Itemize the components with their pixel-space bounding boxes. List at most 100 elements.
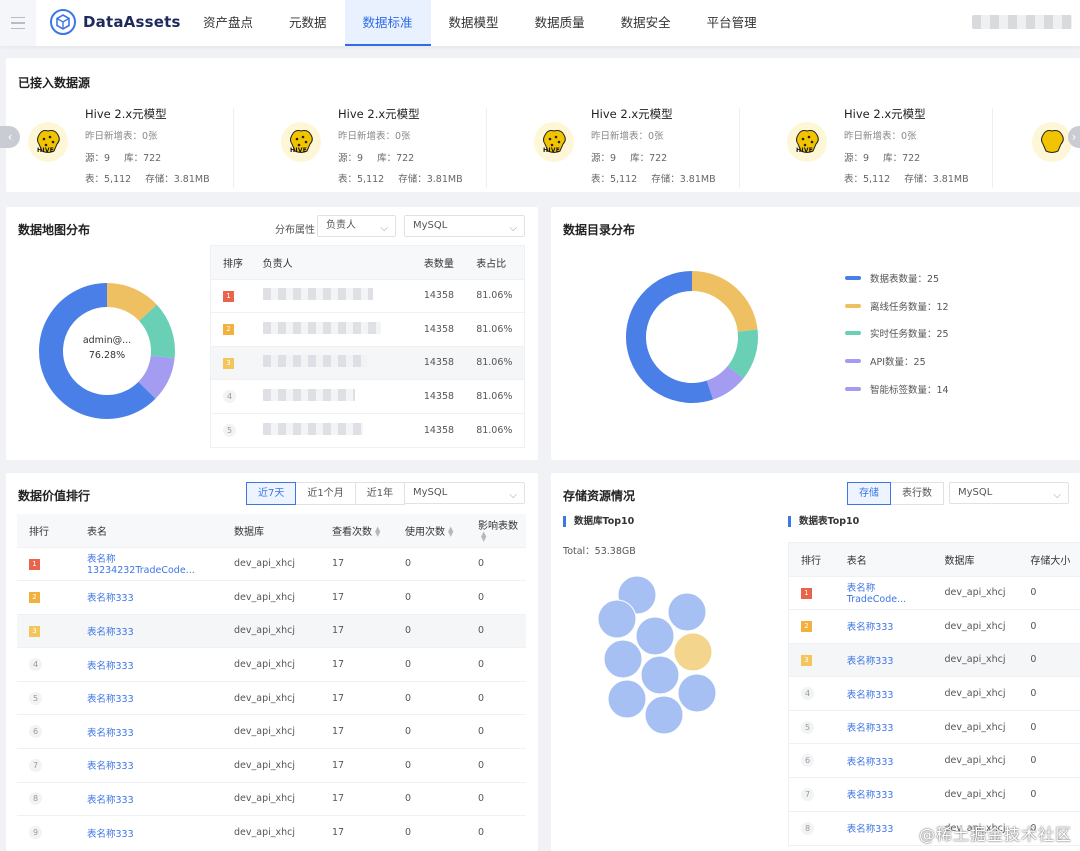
table-name-link[interactable]: 表名称333 [87, 661, 134, 672]
source-card[interactable]: HIVE Hive 2.x元模型 昨日新增表：0张 源：9 库：722 表：5,112 存储… [518, 98, 771, 196]
table-row[interactable]: 9 表名称333 dev_api_xhcj 17 0 0 [17, 815, 526, 850]
donut-slice[interactable] [106, 283, 157, 322]
range-button-1[interactable]: 近7天 [246, 482, 297, 505]
table-row[interactable]: 3 14358 81.06% [211, 345, 524, 380]
donut-slice[interactable] [138, 355, 175, 399]
table-name-cell[interactable]: 表名称333 [834, 609, 933, 644]
table-name-link[interactable]: 表名称333 [847, 723, 894, 734]
table-name-link[interactable]: 表名称333 [87, 694, 134, 705]
db-select[interactable]: MySQL ⌵ [404, 482, 525, 504]
table-row[interactable]: 1 14358 81.06% [211, 278, 524, 313]
sort-icon[interactable]: ▲ ▼ [448, 525, 453, 537]
legend-item[interactable]: 实时任务数量：25 [845, 326, 949, 340]
table-name-cell[interactable]: 表名称13234232TradeCode... [75, 546, 222, 581]
db-select[interactable]: MySQL ⌵ [404, 215, 525, 237]
table-row[interactable]: 6 表名称333 dev_api_xhcj 17 0 0 [17, 714, 526, 749]
mode-button-1[interactable]: 存储 [847, 482, 891, 505]
table-name-cell[interactable]: 表名称333 [75, 647, 222, 682]
table-row[interactable]: 4 表名称333 dev_api_xhcj 0 [789, 676, 1080, 711]
table-name-link[interactable]: 表名称333 [847, 757, 894, 768]
redacted-owner [262, 355, 367, 368]
user-avatar-area[interactable] [972, 15, 1072, 29]
table-name-link[interactable]: 表名称333 [87, 593, 134, 604]
donut-slice[interactable] [691, 271, 758, 333]
table-name-cell[interactable]: 表名称TradeCode... [834, 575, 933, 610]
source-card[interactable]: HIVE Hive 2.x元模型 昨日新增表：0张 源：9 库：722 表：5,112 存储… [265, 98, 518, 196]
legend-item[interactable]: 离线任务数量：12 [845, 299, 949, 313]
sort-icon[interactable]: ▲ ▼ [375, 525, 380, 537]
legend-item[interactable]: 智能标签数量：14 [845, 382, 949, 396]
table-row[interactable]: 2 14358 81.06% [211, 312, 524, 347]
table-row[interactable]: 7 表名称333 dev_api_xhcj 0 [789, 777, 1080, 812]
table-row[interactable]: 4 14358 81.06% [211, 379, 524, 414]
table-row[interactable]: 2 表名称333 dev_api_xhcj 0 [789, 609, 1080, 644]
table-row[interactable]: 1 表名称TradeCode... dev_api_xhcj 0 [789, 575, 1080, 610]
table-row[interactable]: 2 表名称333 dev_api_xhcj 17 0 0 [17, 580, 526, 615]
table-name-link[interactable]: 表名称333 [847, 622, 894, 633]
table-name-link[interactable]: 表名称333 [847, 690, 894, 701]
nav-item-6[interactable]: 数据安全 [603, 0, 689, 46]
table-name-link[interactable]: 表名称333 [847, 824, 894, 835]
nav-item-2[interactable]: 元数据 [271, 0, 345, 46]
table-name-cell[interactable]: 表名称333 [75, 714, 222, 749]
nav-item-7[interactable]: 平台管理 [689, 0, 775, 46]
db-select[interactable]: MySQL ⌵ [949, 482, 1069, 504]
donut-slice[interactable] [727, 329, 758, 379]
table-row[interactable]: 5 表名称333 dev_api_xhcj 17 0 0 [17, 680, 526, 715]
table-name-link[interactable]: 表名称13234232TradeCode... [87, 554, 195, 576]
donut-slice[interactable] [138, 304, 175, 359]
source-card[interactable]: HIVE Hive 2.x元模型 昨日新增表：0张 源：9 库：722 表：5,112 存储… [771, 98, 1024, 196]
table-name-cell[interactable]: 表名称333 [834, 676, 933, 711]
nav-item-5[interactable]: 数据质量 [517, 0, 603, 46]
table-name-cell[interactable]: 表名称333 [75, 748, 222, 783]
table-row[interactable]: 5 表名称333 dev_api_xhcj 0 [789, 709, 1080, 744]
table-name-cell[interactable]: 表名称333 [834, 810, 933, 845]
table-row[interactable]: 7 表名称333 dev_api_xhcj 17 0 0 [17, 748, 526, 783]
app-logo[interactable]: DataAssets [50, 9, 181, 35]
column-header[interactable]: 使用次数 ▲ ▼ [393, 514, 466, 547]
table-name-cell[interactable]: 表名称333 [75, 781, 222, 816]
table-name-cell[interactable]: 表名称333 [834, 642, 933, 677]
table-row[interactable]: 6 表名称333 dev_api_xhcj 0 [789, 743, 1080, 778]
mode-button-2[interactable]: 表行数 [890, 482, 944, 505]
table-row[interactable]: 1 表名称13234232TradeCode... dev_api_xhcj 17 0 0 [17, 546, 526, 581]
table-row[interactable]: 3 表名称333 dev_api_xhcj 17 0 0 [17, 613, 526, 648]
table-name-link[interactable]: 表名称333 [87, 627, 134, 638]
percent-cell: 81.06% [464, 379, 524, 414]
table-name-cell[interactable]: 表名称333 [834, 709, 933, 744]
table-name-link[interactable]: 表名称333 [847, 656, 894, 667]
legend-item[interactable]: 数据表数量：25 [845, 271, 939, 285]
nav-item-3[interactable]: 数据标准 [344, 0, 431, 46]
column-header[interactable]: 影响表数▲ ▼ [466, 514, 526, 547]
donut-slice[interactable] [706, 365, 744, 400]
table-row[interactable]: 8 表名称333 dev_api_xhcj 17 0 0 [17, 781, 526, 816]
table-name-cell[interactable]: 表名称333 [75, 580, 222, 615]
table-name-link[interactable]: 表名称TradeCode... [847, 583, 906, 605]
range-button-2[interactable]: 近1个月 [295, 482, 356, 505]
table-name-cell[interactable]: 表名称333 [75, 815, 222, 850]
donut-slice[interactable] [626, 271, 714, 403]
table-name-link[interactable]: 表名称333 [87, 829, 134, 840]
table-name-cell[interactable]: 表名称333 [75, 680, 222, 715]
table-name-link[interactable]: 表名称333 [87, 795, 134, 806]
table-row[interactable]: 5 14358 81.06% [211, 412, 524, 447]
sort-icon[interactable]: ▲ ▼ [481, 531, 486, 543]
table-name-link[interactable]: 表名称333 [87, 761, 134, 772]
column-header[interactable]: 查看次数 ▲ ▼ [320, 514, 393, 547]
table-name-link[interactable]: 表名称333 [87, 728, 134, 739]
owner-select[interactable]: 负责人 ⌵ [317, 215, 396, 237]
hive-logo-icon: HIVE [534, 122, 574, 162]
legend-item[interactable]: API数量：25 [845, 354, 926, 368]
table-row[interactable]: 3 表名称333 dev_api_xhcj 0 [789, 642, 1080, 677]
range-button-3[interactable]: 近1年 [354, 482, 406, 505]
menu-icon[interactable] [0, 0, 36, 46]
table-name-cell[interactable]: 表名称333 [75, 613, 222, 648]
table-name-cell[interactable]: 表名称333 [834, 777, 933, 812]
table-name-cell[interactable]: 表名称333 [834, 743, 933, 778]
nav-item-1[interactable]: 资产盘点 [185, 0, 271, 46]
table-name-link[interactable]: 表名称333 [847, 790, 894, 801]
rank-badge: 5 [29, 691, 42, 705]
table-row[interactable]: 4 表名称333 dev_api_xhcj 17 0 0 [17, 647, 526, 682]
source-card[interactable]: HIVE Hive 2.x元模型 昨日新增表：0张 源：9 库：722 表：5,112 存储… [12, 98, 265, 196]
nav-item-4[interactable]: 数据模型 [431, 0, 517, 46]
